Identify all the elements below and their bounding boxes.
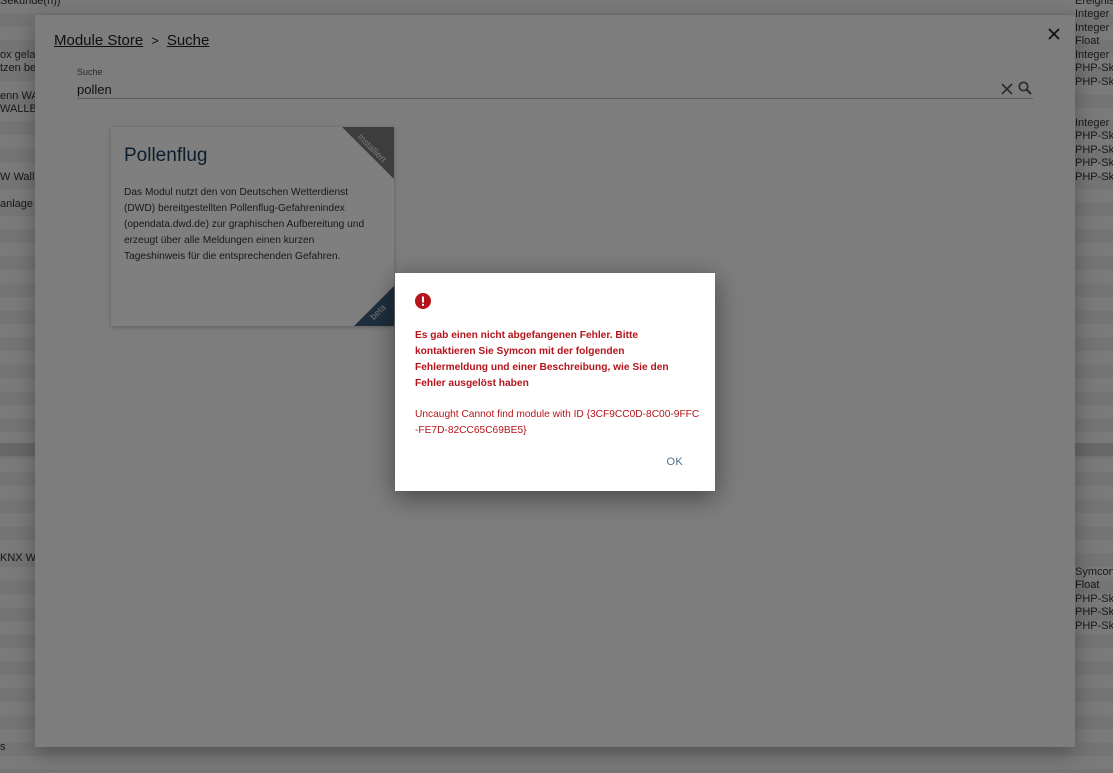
error-title: Es gab einen nicht abgefangenen Fehler. …	[415, 330, 669, 389]
error-dialog: Es gab einen nicht abgefangenen Fehler. …	[395, 273, 715, 491]
error-icon	[415, 293, 431, 309]
ok-button[interactable]: OK	[663, 454, 688, 470]
error-detail: Uncaught Cannot find module with ID {3CF…	[415, 409, 700, 436]
